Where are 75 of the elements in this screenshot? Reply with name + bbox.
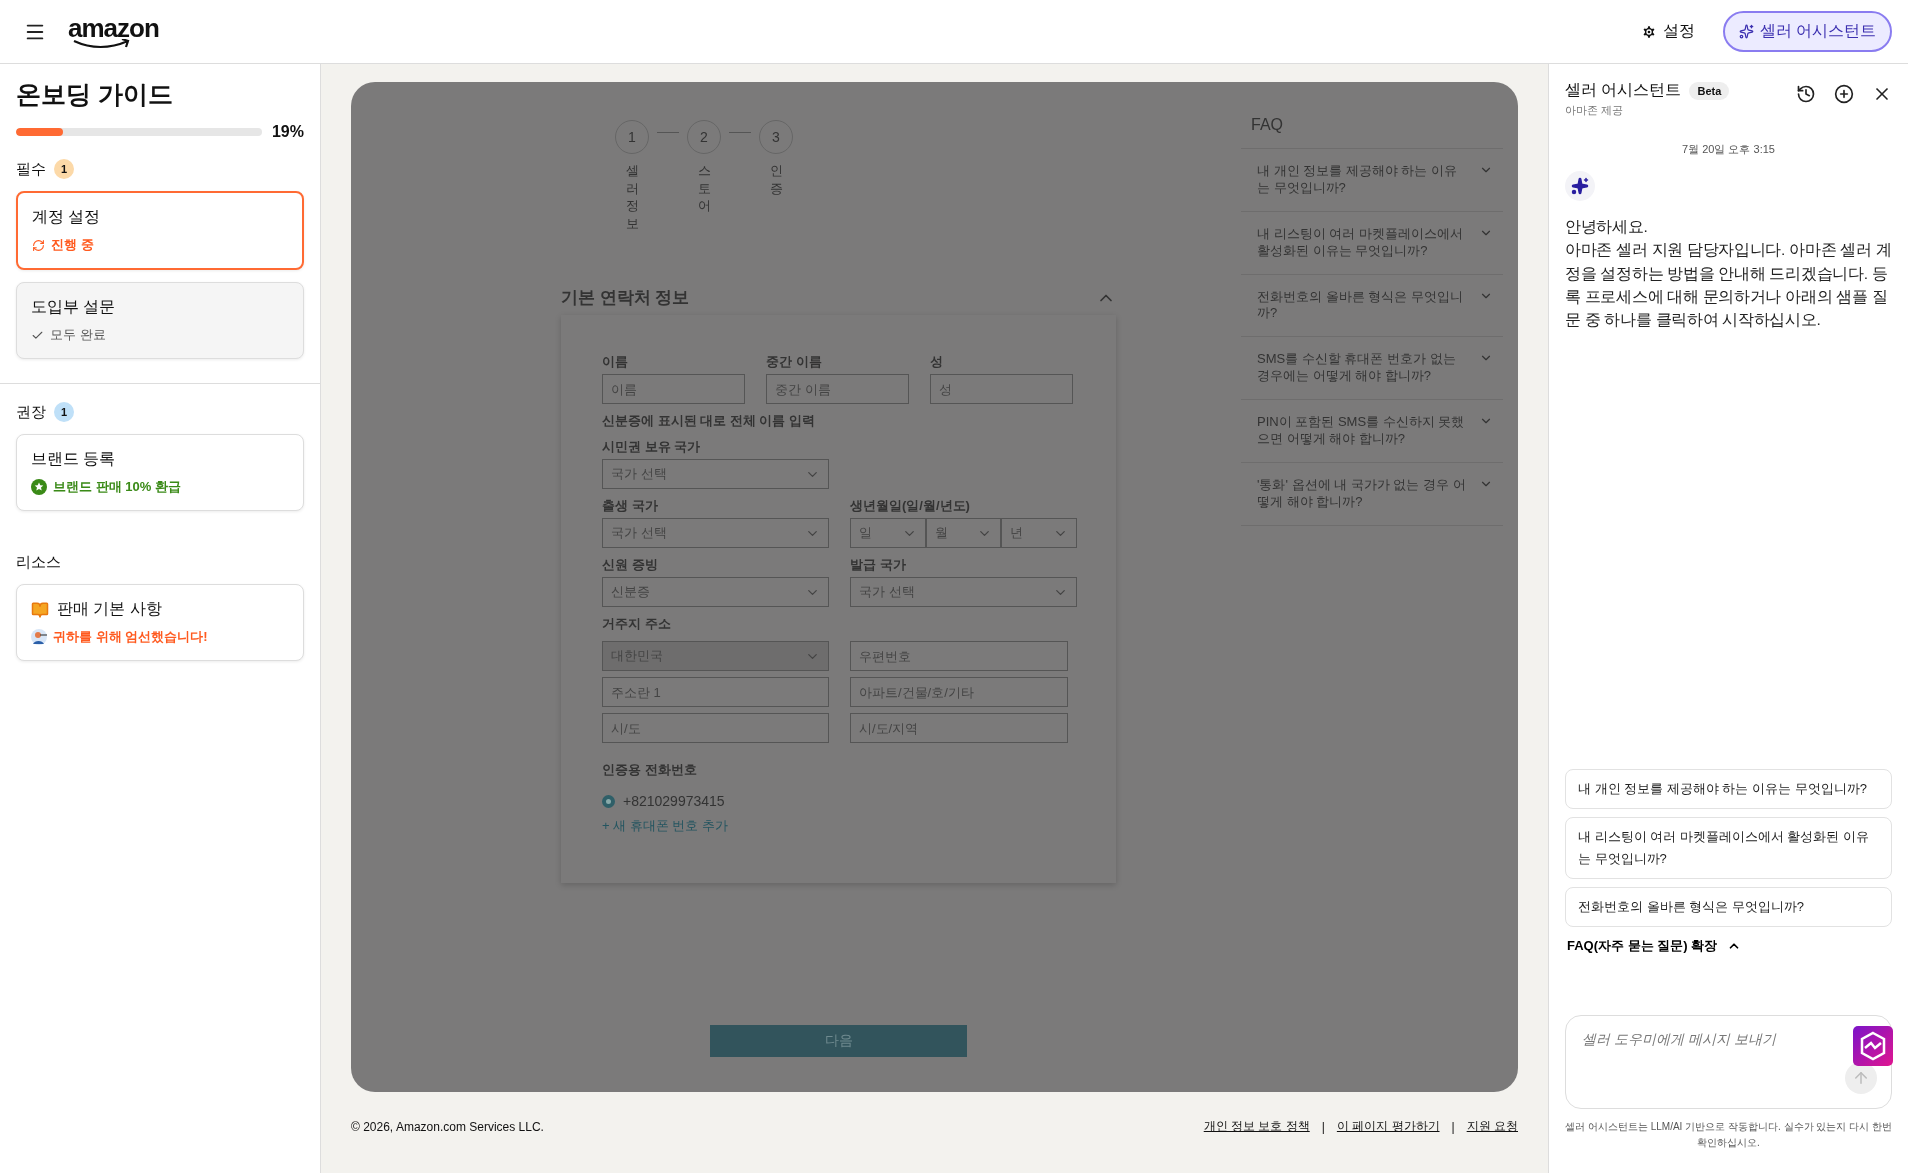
field-label: 성	[930, 353, 944, 371]
gear-icon	[1640, 23, 1657, 40]
guide-card[interactable]: 도입부 설문 모두 완료	[16, 282, 304, 359]
section-title: 필수	[16, 159, 46, 179]
status-text: 귀하를 위해 엄선했습니다!	[31, 628, 289, 646]
field-label: 발급 국가	[850, 556, 907, 574]
radio-button[interactable]	[602, 794, 615, 808]
faq-title: FAQ	[1241, 116, 1503, 149]
step-label: 인증	[769, 162, 783, 198]
figure-icon	[31, 629, 47, 645]
panel-title: 셀러 어시스턴트	[1565, 80, 1682, 100]
text-field[interactable]: 이름	[602, 374, 745, 404]
field-label: 인증용 전화번호	[602, 761, 698, 779]
guide-card[interactable]: 계정 설정 진행 중	[16, 191, 304, 270]
assistant-message: 안녕하세요. 아마존 셀러 지원 담당자입니다. 아마존 셀러 계정을 설정하는 방법을 안내해 드리겠습니다. 등록 프로세스에 대해 문의하거나 아래의 샘플 질문 중 하나를 클릭하여 시작하십시오.	[1565, 217, 1892, 330]
separator: |	[1451, 1119, 1455, 1134]
suggestion-button[interactable]: 내 개인 정보를 제공해야 하는 이유는 무엇입니까?	[1565, 768, 1892, 809]
faq-item[interactable]: '통화' 옵션에 내 국가가 없는 경우 어떻게 해야 합니까?	[1241, 462, 1503, 526]
guide-card[interactable]: 판매 기본 사항 귀하를 위해 엄선했습니다!	[16, 584, 304, 661]
status-text: 진행 중	[32, 236, 288, 254]
status-text: 모두 완료	[31, 326, 289, 344]
guide-card[interactable]: 브랜드 등록 브랜드 판매 10% 환급	[16, 434, 304, 511]
card-title: 계정 설정	[32, 207, 101, 227]
faq-toggle[interactable]: FAQ(자주 묻는 질문) 확장	[1565, 927, 1892, 965]
field-label: 시민권 보유 국가	[602, 438, 702, 456]
sync-icon	[32, 238, 45, 252]
field-label: 중간 이름	[766, 353, 823, 371]
faq-item[interactable]: 내 리스팅이 여러 마켓플레이스에서 활성화된 이유는 무엇입니까?	[1241, 211, 1503, 275]
count-badge: 1	[54, 159, 74, 179]
amazon-logo[interactable]: amazon	[68, 14, 159, 49]
field-hint: 신분증에 표시된 대로 전체 이름 입력	[602, 412, 817, 430]
copyright: © 2026, Amazon.com Services LLC.	[351, 1119, 545, 1134]
book-icon	[31, 600, 49, 619]
card-title: 도입부 설문	[31, 297, 116, 317]
section-title: 리소스	[16, 553, 61, 572]
field-label: 출생 국가	[602, 497, 659, 515]
beta-badge: Beta	[1689, 81, 1730, 100]
field-label: 이름	[602, 353, 629, 371]
suggestion-button[interactable]: 내 리스팅이 여러 마켓플레이스에서 활성화된 이유는 무엇입니까?	[1565, 816, 1892, 879]
sidebar-title: 온보딩 가이드	[16, 79, 174, 110]
sparkle-icon	[1738, 24, 1754, 39]
footer-link[interactable]: 이 페이지 평가하기	[1336, 1118, 1440, 1135]
card-title: 브랜드 등록	[31, 449, 116, 469]
count-badge: 1	[54, 402, 74, 422]
faq-item[interactable]: 전화번호의 올바른 형식은 무엇입니까?	[1241, 274, 1503, 338]
field-label: 거주지 주소	[602, 615, 672, 633]
card-title: 판매 기본 사항	[57, 599, 162, 619]
footer-link[interactable]: 개인 정보 보호 정책	[1203, 1118, 1310, 1135]
field-label: 생년월일(일/월/년도)	[850, 497, 971, 515]
panel-subtitle: 아마존 제공	[1565, 103, 1625, 118]
suggestion-button[interactable]: 전화번호의 올바른 형식은 무엇입니까?	[1565, 886, 1892, 927]
send-button[interactable]	[1845, 1062, 1877, 1094]
progress-percent: 19%	[271, 123, 304, 141]
status-text: 브랜드 판매 10% 환급	[31, 478, 289, 496]
next-button[interactable]: 다음	[710, 1025, 967, 1057]
timestamp: 7월 20일 오후 3:15	[1682, 142, 1775, 157]
step-label: 스토어	[697, 162, 711, 215]
settings-button[interactable]: 설정	[1634, 20, 1701, 43]
phone-number: +821029973415	[623, 793, 725, 809]
history-icon[interactable]	[1796, 84, 1816, 104]
sparkle-icon	[1565, 171, 1595, 201]
faq-item[interactable]: PIN이 포함된 SMS를 수신하지 못했으면 어떻게 해야 합니까?	[1241, 400, 1503, 463]
field-label: 신원 증빙	[602, 556, 659, 574]
assistant-button[interactable]: 셀러 어시스턴트	[1722, 11, 1892, 52]
disclaimer: 셀러 어시스턴트는 LLM/AI 기반으로 작동합니다. 실수가 있는지 다시 한번 확인하십시오.	[1565, 1120, 1892, 1150]
faq-item[interactable]: 내 개인 정보를 제공해야 하는 이유는 무엇입니까?	[1241, 149, 1503, 212]
add-phone-link[interactable]: + 새 휴대폰 번호 추가	[602, 817, 1076, 835]
new-chat-icon[interactable]	[1834, 84, 1854, 104]
step-label: 셀러정보	[625, 162, 639, 233]
footer-link[interactable]: 지원 요청	[1466, 1118, 1518, 1135]
faq-item[interactable]: SMS를 수신할 휴대폰 번호가 없는 경우에는 어떻게 해야 합니까?	[1241, 337, 1503, 401]
extension-icon[interactable]	[1853, 1026, 1893, 1066]
section-title: 기본 연락처 정보	[561, 287, 690, 309]
separator: |	[1321, 1119, 1325, 1134]
section-title: 권장	[16, 402, 46, 422]
